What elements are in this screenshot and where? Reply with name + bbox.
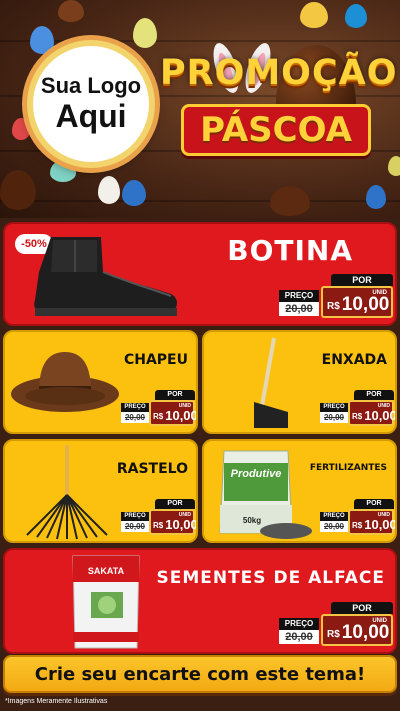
price-preco-label: PREÇO bbox=[121, 403, 149, 412]
promo-title: PROMOÇÃO bbox=[160, 53, 398, 93]
new-price: 10,00 bbox=[165, 408, 198, 423]
new-price: 10,00 bbox=[364, 517, 397, 532]
easter-egg-icon bbox=[98, 176, 120, 204]
currency-symbol: R$ bbox=[352, 520, 363, 530]
unit-label: UNID bbox=[372, 618, 387, 624]
product-card-rastelo[interactable]: RASTELO POR PREÇO 20,00 R$ 10,00 UNID bbox=[3, 439, 198, 543]
package-brand: Produtive bbox=[231, 468, 282, 480]
package-weight: 50kg bbox=[243, 516, 261, 525]
unit-label: UNID bbox=[178, 403, 191, 409]
boot-icon bbox=[34, 237, 177, 316]
product-card-fertilizantes[interactable]: Produtive 50kg FERTILIZANTES POR PREÇO 2… bbox=[202, 439, 397, 543]
header-banner: Sua Logo Aqui PROMOÇÃO PÁSCOA bbox=[0, 0, 400, 218]
easter-egg-icon bbox=[0, 170, 36, 210]
new-price: 10,00 bbox=[364, 408, 397, 423]
rake-icon bbox=[26, 445, 108, 540]
logo-line-2: Aqui bbox=[55, 98, 127, 134]
easter-egg-icon bbox=[300, 2, 328, 28]
product-name: RASTELO bbox=[116, 461, 188, 477]
price-tag: POR PREÇO 20,00 R$ 10,00 UNID bbox=[279, 274, 393, 320]
price-preco-label: PREÇO bbox=[320, 512, 348, 521]
easter-egg-icon bbox=[270, 186, 310, 216]
price-preco-label: PREÇO bbox=[279, 290, 319, 302]
new-price-box: R$ 10,00 UNID bbox=[348, 509, 397, 535]
cta-text: Crie seu encarte com este tema! bbox=[34, 663, 366, 685]
package-brand: SAKATA bbox=[88, 566, 125, 576]
price-por-label: POR bbox=[354, 499, 394, 509]
price-tag: POR PREÇO 20,00 R$ 10,00 UNID bbox=[121, 499, 198, 537]
currency-symbol: R$ bbox=[327, 300, 340, 312]
old-price: 20,00 bbox=[320, 521, 348, 532]
price-tag: POR PREÇO 20,00 R$ 10,00 UNID bbox=[320, 499, 397, 537]
easter-egg-icon bbox=[30, 26, 54, 54]
product-name: CHAPEU bbox=[123, 352, 188, 368]
easter-egg-icon bbox=[12, 118, 30, 140]
unit-label: UNID bbox=[377, 403, 390, 409]
old-price: 20,00 bbox=[121, 521, 149, 532]
product-card-botina[interactable]: -50% BOTINA POR PREÇO 20,00 R$ 10,00 UNI… bbox=[3, 222, 397, 326]
currency-symbol: R$ bbox=[153, 520, 164, 530]
unit-label: UNID bbox=[372, 290, 387, 296]
old-price: 20,00 bbox=[279, 630, 319, 644]
promo-title-block: PROMOÇÃO PÁSCOA bbox=[160, 52, 398, 156]
new-price-box: R$ 10,00 UNID bbox=[348, 400, 397, 426]
unit-label: UNID bbox=[178, 512, 191, 518]
logo-line-1: Sua Logo bbox=[40, 73, 142, 98]
price-por-label: POR bbox=[331, 274, 393, 286]
hoe-icon bbox=[254, 337, 288, 428]
promo-subtitle-box: PÁSCOA bbox=[181, 104, 371, 156]
disclaimer: *Imagens Meramente Ilustrativas bbox=[5, 698, 108, 705]
price-por-label: POR bbox=[155, 390, 195, 400]
cta-banner[interactable]: Crie seu encarte com este tema! bbox=[3, 655, 397, 693]
seed-packet-icon: SAKATA bbox=[72, 555, 140, 649]
new-price: 10,00 bbox=[341, 294, 390, 315]
product-name: ENXADA bbox=[321, 352, 387, 368]
currency-symbol: R$ bbox=[153, 411, 164, 421]
new-price-box: R$ 10,00 UNID bbox=[149, 400, 198, 426]
price-preco-label: PREÇO bbox=[121, 512, 149, 521]
easter-egg-icon bbox=[388, 156, 400, 176]
logo-placeholder[interactable]: Sua Logo Aqui bbox=[27, 40, 155, 168]
wood-plank-line bbox=[0, 40, 400, 42]
easter-egg-icon bbox=[58, 0, 84, 22]
old-price: 20,00 bbox=[320, 412, 348, 423]
new-price-box: R$ 10,00 UNID bbox=[321, 286, 393, 318]
unit-label: UNID bbox=[377, 512, 390, 518]
easter-egg-icon bbox=[122, 180, 146, 206]
price-tag: POR PREÇO 20,00 R$ 10,00 UNID bbox=[279, 602, 393, 648]
fertilizer-bag-icon: Produtive 50kg bbox=[219, 450, 312, 539]
new-price: 10,00 bbox=[341, 622, 390, 643]
price-por-label: POR bbox=[354, 390, 394, 400]
new-price-box: R$ 10,00 UNID bbox=[149, 509, 198, 535]
price-preco-label: PREÇO bbox=[279, 618, 319, 630]
easter-egg-icon bbox=[366, 185, 386, 209]
price-tag: POR PREÇO 20,00 R$ 10,00 UNID bbox=[320, 390, 397, 428]
currency-symbol: R$ bbox=[352, 411, 363, 421]
product-name: SEMENTES DE ALFACE bbox=[156, 568, 385, 588]
promo-subtitle: PÁSCOA bbox=[200, 110, 352, 150]
wood-plank-line bbox=[0, 200, 400, 202]
old-price: 20,00 bbox=[121, 412, 149, 423]
product-card-enxada[interactable]: ENXADA POR PREÇO 20,00 R$ 10,00 UNID bbox=[202, 330, 397, 434]
hat-icon bbox=[11, 352, 119, 412]
product-name: FERTILIZANTES bbox=[309, 463, 387, 473]
product-card-chapeu[interactable]: CHAPEU POR PREÇO 20,00 R$ 10,00 UNID bbox=[3, 330, 198, 434]
new-price: 10,00 bbox=[165, 517, 198, 532]
new-price-box: R$ 10,00 UNID bbox=[321, 614, 393, 646]
price-tag: POR PREÇO 20,00 R$ 10,00 UNID bbox=[121, 390, 198, 428]
price-preco-label: PREÇO bbox=[320, 403, 348, 412]
product-name: BOTINA bbox=[227, 234, 353, 267]
price-por-label: POR bbox=[155, 499, 195, 509]
old-price: 20,00 bbox=[279, 302, 319, 316]
price-por-label: POR bbox=[331, 602, 393, 614]
easter-egg-icon bbox=[133, 18, 157, 48]
easter-egg-icon bbox=[345, 4, 367, 28]
currency-symbol: R$ bbox=[327, 628, 340, 640]
product-card-sementes-de-alface[interactable]: SAKATA SEMENTES DE ALFACE POR PREÇO 20,0… bbox=[3, 548, 397, 654]
